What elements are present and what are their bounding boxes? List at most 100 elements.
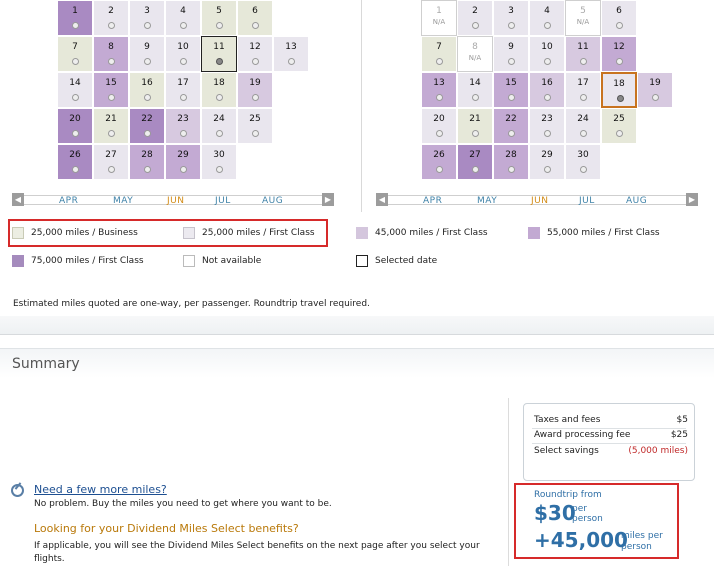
day-radio-icon[interactable] [108,130,115,137]
day-radio-icon[interactable] [436,130,443,137]
calendar-day[interactable]: 10 [529,36,565,72]
prev-month-arrow-icon[interactable]: ◀ [376,193,388,206]
need-more-miles-link[interactable]: Need a few more miles? [34,483,167,496]
next-month-arrow-icon[interactable]: ▶ [686,193,698,206]
calendar-day[interactable]: 30 [201,144,237,180]
day-radio-icon[interactable] [72,22,79,29]
day-radio-icon[interactable] [472,94,479,101]
calendar-day[interactable]: 23 [165,108,201,144]
calendar-day[interactable]: 14 [457,72,493,108]
day-radio-icon[interactable] [544,166,551,173]
day-radio-icon[interactable] [652,94,659,101]
day-radio-icon[interactable] [580,166,587,173]
calendar-day[interactable]: 4 [529,0,565,36]
day-radio-icon[interactable] [580,94,587,101]
day-radio-icon[interactable] [108,166,115,173]
calendar-day[interactable]: 6 [601,0,637,36]
day-radio-icon[interactable] [72,94,79,101]
day-radio-icon[interactable] [216,130,223,137]
day-radio-icon[interactable] [252,22,259,29]
day-radio-icon[interactable] [508,166,515,173]
month-apr[interactable]: APR [59,196,78,206]
day-radio-icon[interactable] [72,58,79,65]
calendar-day[interactable]: 28 [493,144,529,180]
calendar-day[interactable]: 28 [129,144,165,180]
day-radio-icon[interactable] [616,58,623,65]
month-aug[interactable]: AUG [626,196,647,206]
calendar-day[interactable]: 20 [421,108,457,144]
day-radio-icon[interactable] [616,22,623,29]
day-radio-icon[interactable] [508,22,515,29]
calendar-day[interactable]: 13 [421,72,457,108]
calendar-day[interactable]: 14 [57,72,93,108]
day-radio-icon[interactable] [180,22,187,29]
day-radio-icon[interactable] [180,58,187,65]
day-radio-icon[interactable] [580,130,587,137]
calendar-day[interactable]: 19 [237,72,273,108]
day-radio-icon[interactable] [216,166,223,173]
calendar-day[interactable]: 27 [93,144,129,180]
day-radio-icon[interactable] [216,22,223,29]
calendar-day[interactable]: 7 [421,36,457,72]
day-radio-icon[interactable] [616,130,623,137]
calendar-day[interactable]: 5 [201,0,237,36]
month-scroller-left[interactable]: ◀ ▶ APR MAY JUN JUL AUG [12,193,334,208]
calendar-day[interactable]: 11 [201,36,237,72]
calendar-day[interactable]: 10 [165,36,201,72]
day-radio-icon[interactable] [288,58,295,65]
calendar-day[interactable]: 19 [637,72,673,108]
calendar-day[interactable]: 3 [129,0,165,36]
calendar-day[interactable]: 26 [421,144,457,180]
calendar-day[interactable]: 17 [165,72,201,108]
calendar-day[interactable]: 12 [237,36,273,72]
day-radio-icon[interactable] [144,166,151,173]
calendar-day[interactable]: 27 [457,144,493,180]
calendar-day[interactable]: 29 [165,144,201,180]
month-jul[interactable]: JUL [215,196,231,206]
calendar-day[interactable]: 21 [93,108,129,144]
calendar-day[interactable]: 7 [57,36,93,72]
day-radio-icon[interactable] [436,58,443,65]
day-radio-icon[interactable] [252,94,259,101]
prev-month-arrow-icon[interactable]: ◀ [12,193,24,206]
month-scroller-right[interactable]: ◀ ▶ APR MAY JUN JUL AUG [376,193,698,208]
day-radio-icon[interactable] [72,130,79,137]
calendar-day[interactable]: 6 [237,0,273,36]
calendar-day[interactable]: 13 [273,36,309,72]
day-radio-icon[interactable] [472,130,479,137]
calendar-day[interactable]: 25 [601,108,637,144]
next-month-arrow-icon[interactable]: ▶ [322,193,334,206]
day-radio-icon[interactable] [544,22,551,29]
day-radio-icon[interactable] [108,58,115,65]
calendar-day[interactable]: 4 [165,0,201,36]
calendar-day[interactable]: 24 [565,108,601,144]
day-radio-icon[interactable] [180,166,187,173]
month-apr[interactable]: APR [423,196,442,206]
day-radio-icon[interactable] [108,94,115,101]
day-radio-icon[interactable] [544,94,551,101]
month-jun[interactable]: JUN [167,196,184,206]
day-radio-icon[interactable] [508,130,515,137]
day-radio-icon[interactable] [144,58,151,65]
day-radio-icon[interactable] [216,94,223,101]
calendar-day[interactable]: 26 [57,144,93,180]
calendar-day[interactable]: 8 [93,36,129,72]
calendar-day[interactable]: 25 [237,108,273,144]
calendar-day[interactable]: 9 [493,36,529,72]
month-jun[interactable]: JUN [531,196,548,206]
calendar-day[interactable]: 15 [93,72,129,108]
calendar-day[interactable]: 18 [601,72,637,108]
day-radio-icon[interactable] [180,94,187,101]
calendar-day[interactable]: 20 [57,108,93,144]
calendar-day[interactable]: 22 [129,108,165,144]
calendar-day[interactable]: 2 [93,0,129,36]
calendar-day[interactable]: 29 [529,144,565,180]
month-may[interactable]: MAY [477,196,497,206]
day-radio-icon[interactable] [252,58,259,65]
day-radio-icon[interactable] [436,166,443,173]
day-radio-icon[interactable] [544,130,551,137]
month-may[interactable]: MAY [113,196,133,206]
day-radio-icon[interactable] [72,166,79,173]
day-radio-icon[interactable] [508,58,515,65]
calendar-day[interactable]: 16 [129,72,165,108]
